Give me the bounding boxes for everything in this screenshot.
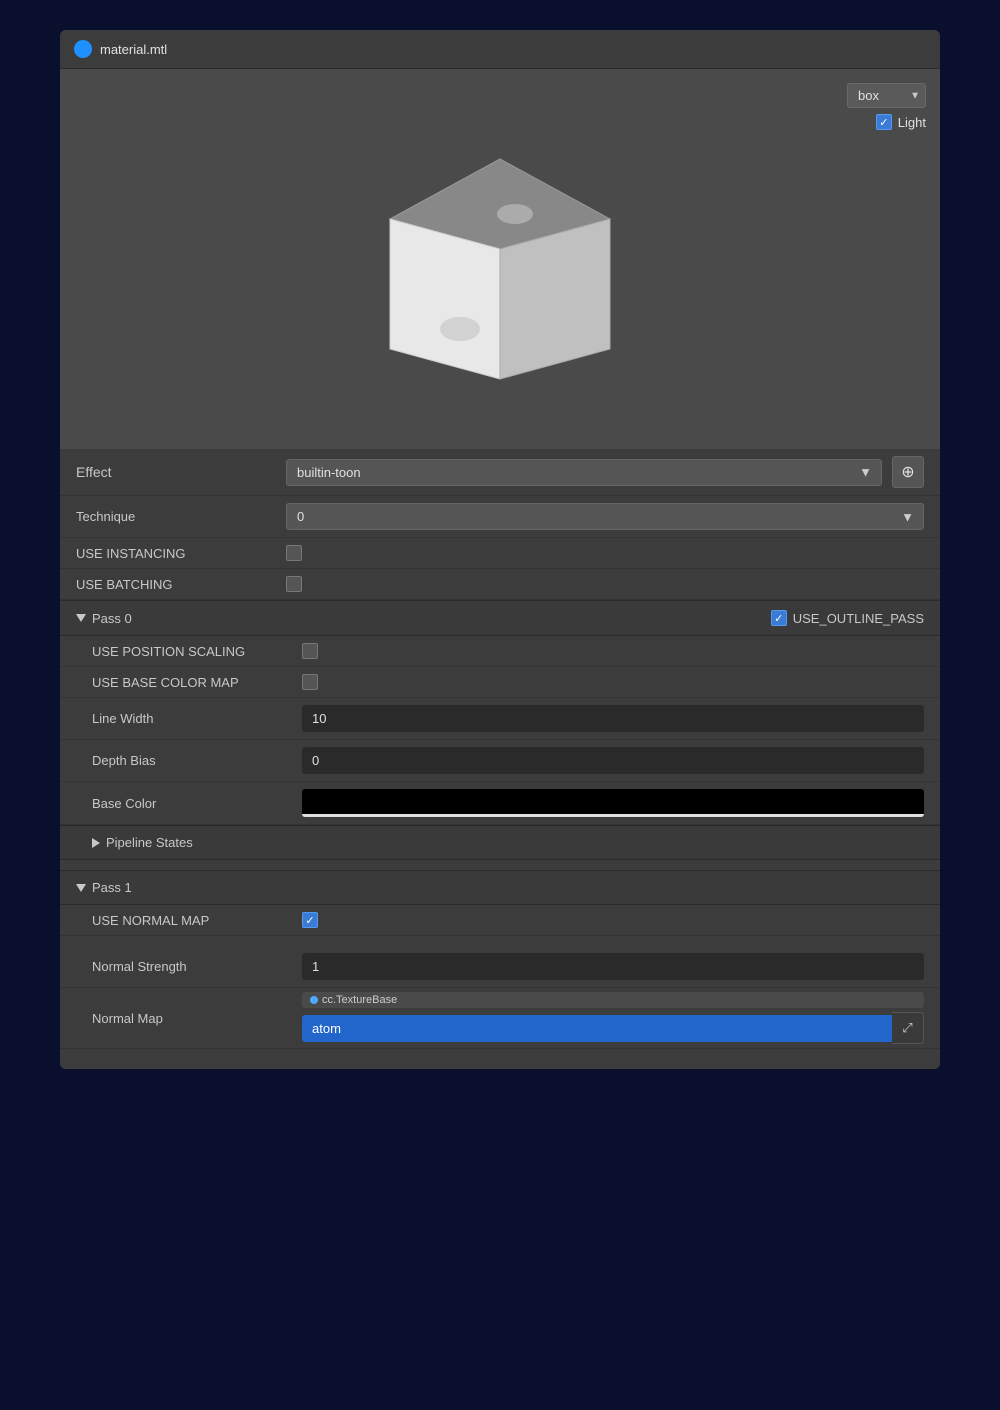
use-position-scaling-row: USE POSITION SCALING — [60, 636, 940, 667]
line-width-row: Line Width — [60, 698, 940, 740]
normal-map-controls: cc.TextureBase ⤢ — [302, 992, 924, 1044]
pipeline-states-label-container: Pipeline States — [92, 835, 193, 850]
preview-controls: box sphere cylinder ▼ Light — [847, 83, 926, 130]
properties-section: Effect builtin-toon ▼ ⊕ Technique 0 — [60, 449, 940, 1069]
use-normal-map-checkbox[interactable] — [302, 912, 318, 928]
use-base-color-map-checkbox[interactable] — [302, 674, 318, 690]
technique-row: Technique 0 ▼ — [60, 496, 940, 538]
use-position-scaling-label: USE POSITION SCALING — [92, 644, 292, 659]
spacer — [60, 936, 940, 946]
pass0-header[interactable]: Pass 0 USE_OUTLINE_PASS — [60, 600, 940, 636]
light-label: Light — [898, 115, 926, 130]
normal-map-row: Normal Map cc.TextureBase ⤢ — [60, 988, 940, 1049]
line-width-value-container — [302, 705, 924, 732]
line-width-label: Line Width — [92, 711, 292, 726]
normal-strength-value-container — [302, 953, 924, 980]
light-checkbox-row: Light — [876, 114, 926, 130]
use-base-color-map-row: USE BASE COLOR MAP — [60, 667, 940, 698]
light-checkbox[interactable] — [876, 114, 892, 130]
use-outline-pass-label: USE_OUTLINE_PASS — [793, 611, 924, 626]
effect-select-wrapper: builtin-toon ▼ — [286, 459, 882, 486]
normal-strength-label: Normal Strength — [92, 959, 292, 974]
line-width-input[interactable] — [302, 705, 924, 732]
normal-strength-input[interactable] — [302, 953, 924, 980]
pass0-collapse-icon — [76, 614, 86, 622]
base-color-label: Base Color — [92, 796, 292, 811]
pass1-label-container: Pass 1 — [76, 880, 132, 895]
use-outline-pass-checkbox[interactable] — [771, 610, 787, 626]
pass0-right-controls: USE_OUTLINE_PASS — [771, 610, 924, 626]
preview-area: box sphere cylinder ▼ Light — [60, 69, 940, 449]
pass1-collapse-icon — [76, 884, 86, 892]
use-position-scaling-checkbox[interactable] — [302, 643, 318, 659]
use-instancing-checkbox[interactable] — [286, 545, 302, 561]
use-normal-map-row: USE NORMAL MAP — [60, 905, 940, 936]
depth-bias-input[interactable] — [302, 747, 924, 774]
effect-row: Effect builtin-toon ▼ ⊕ — [60, 449, 940, 496]
pipeline-states-label: Pipeline States — [106, 835, 193, 850]
effect-label: Effect — [76, 464, 276, 480]
pipeline-states-header[interactable]: Pipeline States — [60, 825, 940, 860]
bottom-padding — [60, 1049, 940, 1069]
normal-map-badge-text: cc.TextureBase — [322, 994, 397, 1006]
shape-dropdown-wrapper[interactable]: box sphere cylinder ▼ — [847, 83, 926, 108]
depth-bias-label: Depth Bias — [92, 753, 292, 768]
technique-dropdown-container: 0 ▼ — [286, 503, 924, 530]
use-normal-map-label: USE NORMAL MAP — [92, 913, 292, 928]
base-color-swatch-container — [302, 789, 924, 817]
effect-dropdown[interactable]: builtin-toon — [286, 459, 882, 486]
use-instancing-label: USE INSTANCING — [76, 546, 276, 561]
depth-bias-value-container — [302, 747, 924, 774]
title-bar: material.mtl — [60, 30, 940, 69]
use-batching-label: USE BATCHING — [76, 577, 276, 592]
file-icon — [74, 40, 92, 58]
normal-map-input-row: ⤢ — [302, 1012, 924, 1044]
pipeline-states-expand-icon — [92, 838, 100, 848]
pass0-label: Pass 0 — [92, 611, 132, 626]
normal-map-badge-dot — [310, 996, 318, 1004]
shape-dropdown[interactable]: box sphere cylinder — [847, 83, 926, 108]
panel-title: material.mtl — [100, 42, 167, 57]
use-batching-row: USE BATCHING — [60, 569, 940, 600]
technique-label: Technique — [76, 509, 276, 524]
base-color-swatch[interactable] — [302, 789, 924, 817]
box-svg — [370, 129, 630, 419]
technique-select-wrapper: 0 ▼ — [286, 503, 924, 530]
base-color-row: Base Color — [60, 782, 940, 825]
normal-map-browse-icon: ⤢ — [902, 1020, 912, 1036]
technique-dropdown[interactable]: 0 — [286, 503, 924, 530]
material-panel: material.mtl box sphere — [60, 30, 940, 1069]
normal-map-badge: cc.TextureBase — [302, 992, 924, 1008]
3d-preview — [370, 129, 630, 422]
normal-strength-row: Normal Strength — [60, 946, 940, 988]
pass1-header[interactable]: Pass 1 — [60, 870, 940, 905]
use-base-color-map-label: USE BASE COLOR MAP — [92, 675, 292, 690]
use-instancing-row: USE INSTANCING — [60, 538, 940, 569]
effect-dropdown-container: builtin-toon ▼ — [286, 459, 882, 486]
normal-map-browse-button[interactable]: ⤢ — [892, 1012, 924, 1044]
effect-add-button[interactable]: ⊕ — [892, 456, 924, 488]
depth-bias-row: Depth Bias — [60, 740, 940, 782]
use-batching-checkbox[interactable] — [286, 576, 302, 592]
normal-map-inner: Normal Map cc.TextureBase ⤢ — [92, 992, 924, 1044]
pass0-label-container: Pass 0 — [76, 611, 132, 626]
pass1-label: Pass 1 — [92, 880, 132, 895]
effect-add-icon: ⊕ — [901, 462, 914, 482]
normal-map-input[interactable] — [302, 1015, 892, 1042]
normal-map-label: Normal Map — [92, 1011, 292, 1026]
